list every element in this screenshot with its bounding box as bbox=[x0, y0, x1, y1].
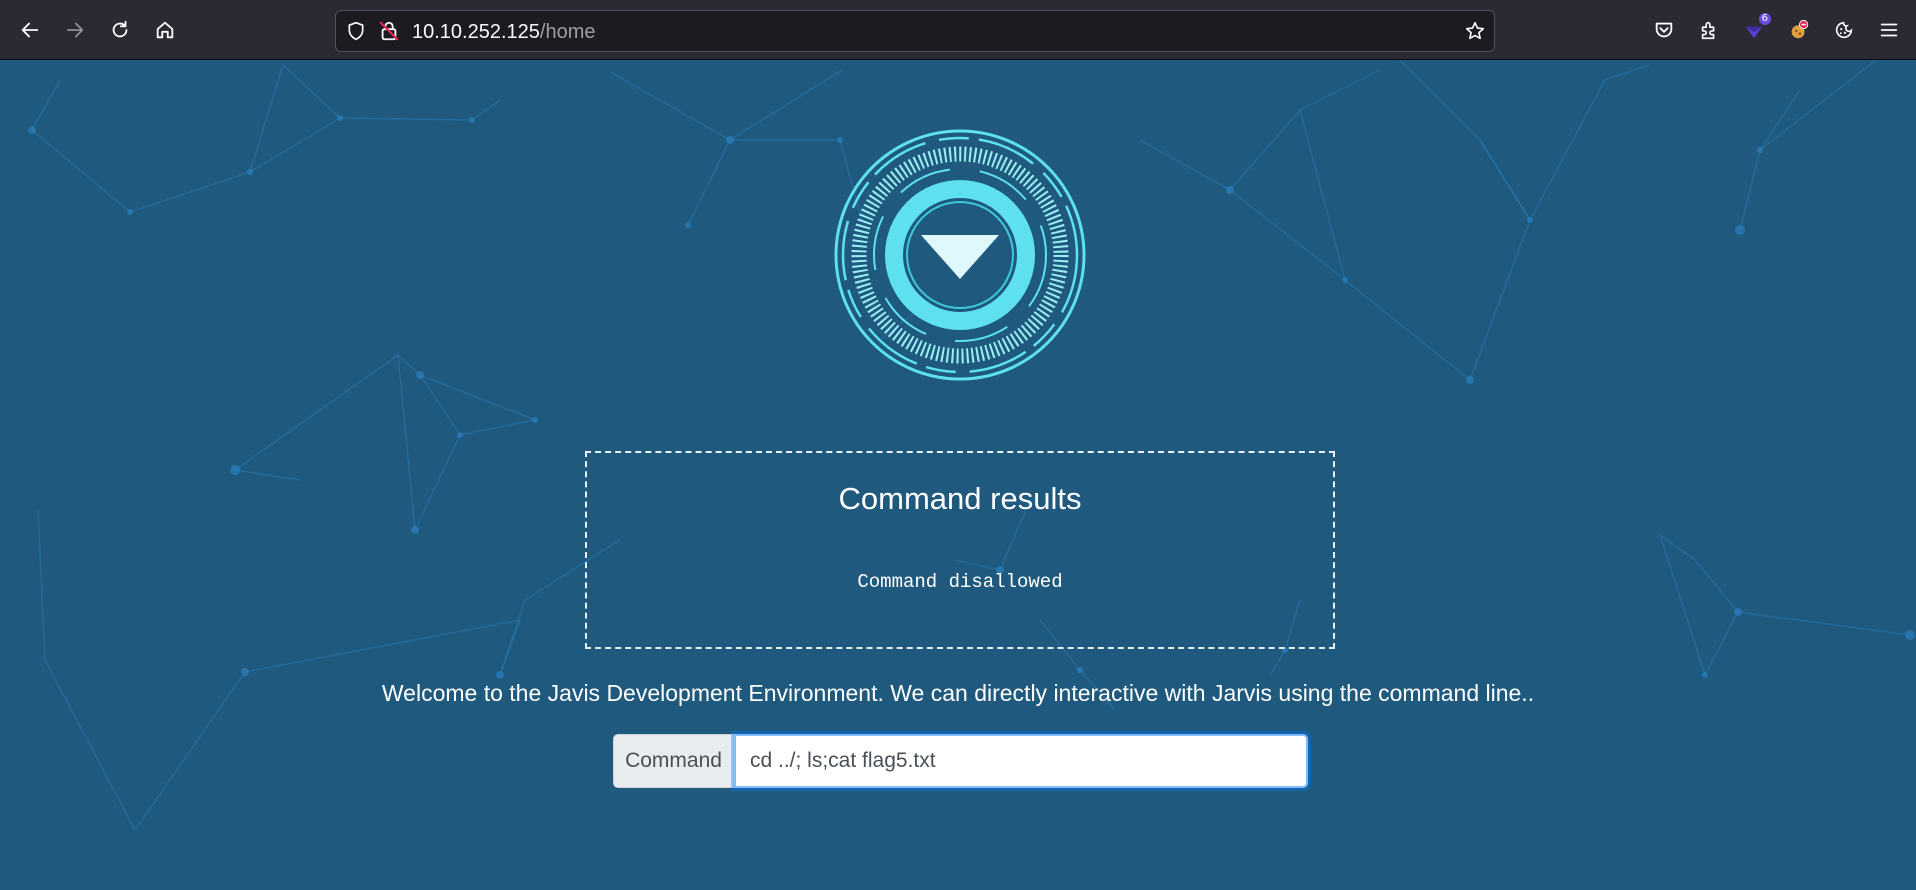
command-form: Command bbox=[613, 734, 1308, 788]
pocket-button[interactable] bbox=[1647, 13, 1681, 47]
reload-icon bbox=[112, 20, 128, 38]
cookie-icon bbox=[1835, 21, 1853, 39]
browser-toolbar: 10.10.252.125/home 6 bbox=[0, 0, 1916, 60]
url-text: 10.10.252.125/home bbox=[412, 21, 596, 44]
shield-icon[interactable] bbox=[346, 21, 366, 41]
url-path: /home bbox=[539, 21, 596, 43]
results-output: Command disallowed bbox=[857, 571, 1063, 593]
pocket-icon bbox=[1655, 22, 1673, 38]
insecure-lock-icon[interactable] bbox=[378, 20, 400, 42]
command-input[interactable] bbox=[734, 734, 1308, 788]
command-label: Command bbox=[613, 734, 734, 788]
jarvis-logo bbox=[834, 129, 1086, 381]
results-title: Command results bbox=[838, 481, 1082, 516]
foxyproxy-button[interactable]: 6 bbox=[1737, 13, 1771, 47]
extensions-button[interactable] bbox=[1692, 13, 1726, 47]
back-button[interactable] bbox=[13, 13, 47, 47]
address-bar[interactable]: 10.10.252.125/home bbox=[335, 10, 1495, 52]
bookmark-star-icon[interactable] bbox=[1464, 20, 1486, 42]
home-icon bbox=[156, 21, 174, 39]
home-button[interactable] bbox=[148, 13, 182, 47]
url-host: 10.10.252.125 bbox=[412, 21, 540, 43]
cookie-editor-button[interactable] bbox=[1782, 13, 1816, 47]
reload-button[interactable] bbox=[103, 13, 137, 47]
menu-button[interactable] bbox=[1872, 13, 1906, 47]
extensions-icon bbox=[1701, 21, 1715, 40]
forward-icon bbox=[66, 22, 84, 38]
page-content: Command results Command disallowed Welco… bbox=[0, 60, 1916, 890]
welcome-text: Welcome to the Javis Development Environ… bbox=[381, 680, 1535, 706]
cookie-button[interactable] bbox=[1827, 13, 1861, 47]
back-icon bbox=[21, 22, 39, 38]
command-results-box: Command results Command disallowed bbox=[585, 451, 1335, 649]
menu-icon bbox=[1880, 23, 1898, 37]
extension-badge: 6 bbox=[1758, 13, 1771, 25]
forward-button[interactable] bbox=[58, 13, 92, 47]
cookie-editor-icon bbox=[1791, 19, 1809, 39]
